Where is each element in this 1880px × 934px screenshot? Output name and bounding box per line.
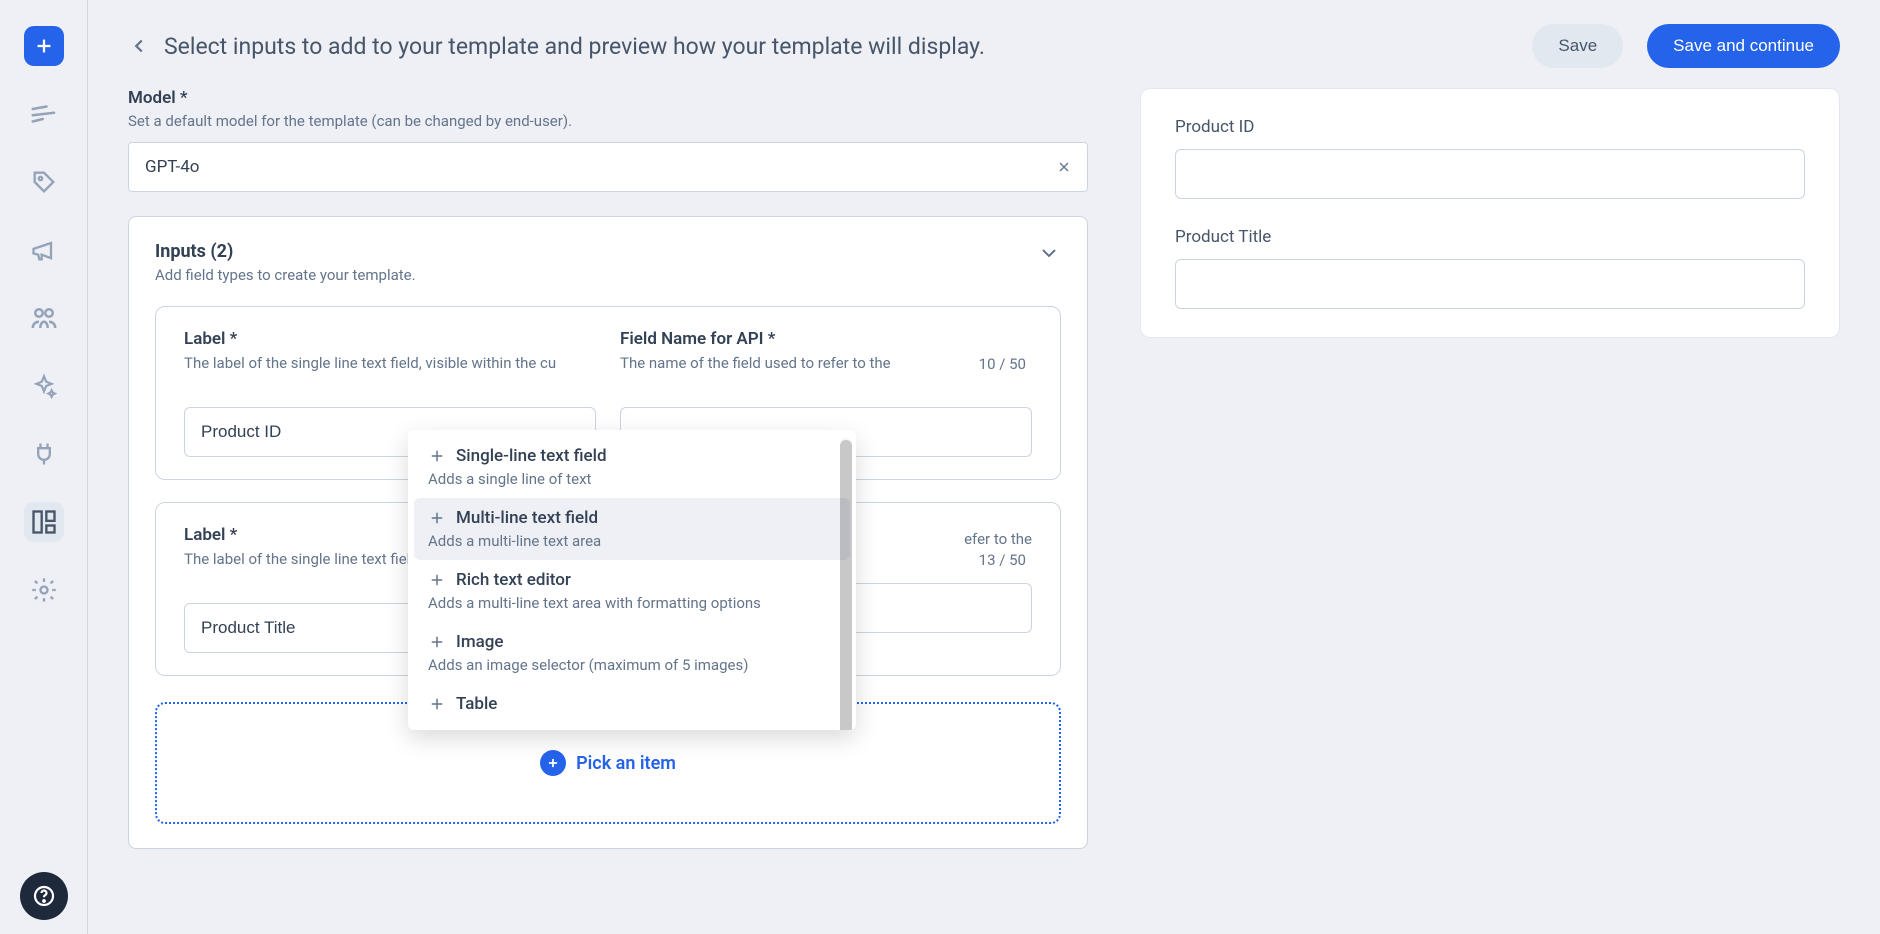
dropdown-item-rich-text[interactable]: Rich text editor Adds a multi-line text … [414, 560, 850, 622]
plug-icon [30, 440, 58, 468]
collapse-button[interactable] [1037, 241, 1061, 265]
nav-settings[interactable] [24, 570, 64, 610]
dropdown-item-title: Table [456, 694, 497, 714]
field-type-dropdown: Single-line text field Adds a single lin… [408, 430, 856, 730]
pick-item-label: Pick an item [576, 753, 676, 774]
pick-item-button[interactable]: Pick an item [540, 750, 676, 776]
header: Select inputs to add to your template an… [128, 24, 1840, 68]
dropdown-item-sub: Adds a single line of text [428, 470, 836, 488]
field-label-title: Label * [184, 329, 596, 349]
nav-announce[interactable] [24, 230, 64, 270]
field-api-title: Field Name for API * [620, 329, 1032, 349]
char-count: 10 / 50 [979, 355, 1026, 373]
megaphone-icon [30, 236, 58, 264]
char-count: 13 / 50 [979, 551, 1026, 569]
preview-input-0[interactable] [1175, 149, 1805, 199]
gear-icon [30, 576, 58, 604]
layout-icon [30, 508, 58, 536]
sidebar [0, 0, 88, 934]
plus-icon [428, 571, 446, 589]
bars-icon [29, 99, 59, 129]
nav-integration[interactable] [24, 434, 64, 474]
dropdown-item-sub: Adds a multi-line text area with formatt… [428, 594, 836, 612]
dropdown-item-title: Rich text editor [456, 570, 571, 590]
chevron-left-icon [128, 35, 150, 57]
create-button[interactable] [24, 26, 64, 66]
help-icon [32, 884, 56, 908]
plus-icon [428, 633, 446, 651]
model-select[interactable]: GPT-4o [128, 142, 1088, 192]
dropdown-item-title: Multi-line text field [456, 508, 598, 528]
people-icon [29, 303, 59, 333]
inputs-title: Inputs (2) [155, 241, 416, 262]
inputs-helper: Add field types to create your template. [155, 266, 416, 284]
plus-circle-icon [540, 750, 566, 776]
sparkle-icon [31, 373, 57, 399]
model-label: Model * [128, 88, 1088, 108]
model-helper: Set a default model for the template (ca… [128, 112, 1088, 130]
plus-icon [428, 447, 446, 465]
close-icon [1056, 159, 1072, 175]
scrollbar-thumb[interactable] [840, 440, 852, 730]
preview-label: Product Title [1175, 227, 1805, 247]
model-group: Model * Set a default model for the temp… [128, 88, 1088, 192]
preview-input-1[interactable] [1175, 259, 1805, 309]
dropdown-item-table[interactable]: Table [414, 684, 850, 724]
preview-label: Product ID [1175, 117, 1805, 137]
save-button[interactable]: Save [1532, 24, 1623, 68]
model-value: GPT-4o [145, 157, 199, 177]
plus-icon [428, 695, 446, 713]
back-button[interactable] [128, 35, 150, 57]
dropdown-item-title: Image [456, 632, 504, 652]
chevron-down-icon [1037, 241, 1061, 265]
plus-icon [33, 35, 55, 57]
plus-icon [428, 509, 446, 527]
dropdown-item-image[interactable]: Image Adds an image selector (maximum of… [414, 622, 850, 684]
field-label-helper: The label of the single line text field,… [184, 353, 596, 395]
dropdown-item-sub: Adds an image selector (maximum of 5 ima… [428, 656, 836, 674]
nav-template[interactable] [24, 502, 64, 542]
nav-tag[interactable] [24, 162, 64, 202]
field-api-helper: The name of the field used to refer to t… [620, 353, 1032, 395]
tag-icon [30, 168, 58, 196]
nav-list[interactable] [24, 94, 64, 134]
clear-model-button[interactable] [1056, 159, 1072, 175]
scrollbar[interactable] [840, 438, 852, 730]
page-title: Select inputs to add to your template an… [164, 33, 985, 60]
main-content: Select inputs to add to your template an… [88, 0, 1880, 934]
save-continue-button[interactable]: Save and continue [1647, 24, 1840, 68]
dropdown-item-multi-line[interactable]: Multi-line text field Adds a multi-line … [414, 498, 850, 560]
dropdown-item-sub: Adds a multi-line text area [428, 532, 836, 550]
preview-card: Product ID Product Title [1140, 88, 1840, 338]
nav-community[interactable] [24, 298, 64, 338]
nav-sparkle[interactable] [24, 366, 64, 406]
help-button[interactable] [20, 872, 68, 920]
dropdown-item-title: Single-line text field [456, 446, 607, 466]
dropdown-item-single-line[interactable]: Single-line text field Adds a single lin… [414, 436, 850, 498]
